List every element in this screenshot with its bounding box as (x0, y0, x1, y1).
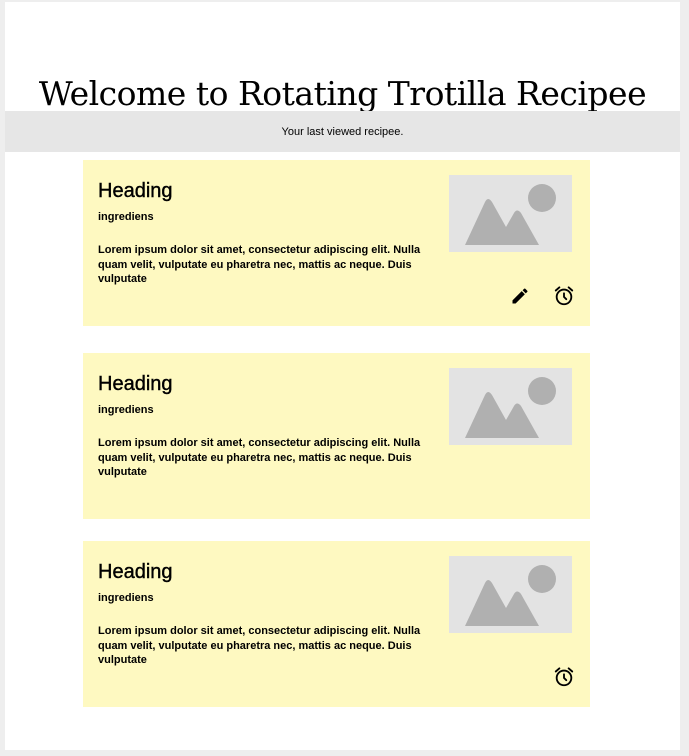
alarm-clock-icon[interactable] (553, 285, 575, 307)
image-placeholder-icon (449, 556, 572, 633)
page: Welcome to Rotating Trotilla Recipee You… (5, 2, 680, 750)
recipe-card[interactable]: Heading ingrediens Lorem ipsum dolor sit… (83, 541, 590, 707)
card-heading: Heading (98, 373, 173, 395)
last-viewed-banner: Your last viewed recipee. (5, 111, 680, 152)
card-heading: Heading (98, 180, 173, 202)
image-placeholder-icon (449, 368, 572, 445)
pencil-icon[interactable] (509, 285, 531, 307)
card-ingredients: ingrediens (98, 211, 154, 223)
page-title: Welcome to Rotating Trotilla Recipee (38, 74, 647, 113)
image-placeholder-icon (449, 175, 572, 252)
recipe-card[interactable]: Heading ingrediens Lorem ipsum dolor sit… (83, 160, 590, 326)
card-description: Lorem ipsum dolor sit amet, consectetur … (98, 625, 421, 666)
recipe-card[interactable]: Heading ingrediens Lorem ipsum dolor sit… (83, 353, 590, 519)
card-ingredients: ingrediens (98, 404, 154, 416)
alarm-clock-icon[interactable] (553, 666, 575, 688)
card-ingredients: ingrediens (98, 592, 154, 604)
card-description: Lorem ipsum dolor sit amet, consectetur … (98, 244, 421, 285)
card-description: Lorem ipsum dolor sit amet, consectetur … (98, 437, 421, 478)
card-heading: Heading (98, 561, 173, 583)
